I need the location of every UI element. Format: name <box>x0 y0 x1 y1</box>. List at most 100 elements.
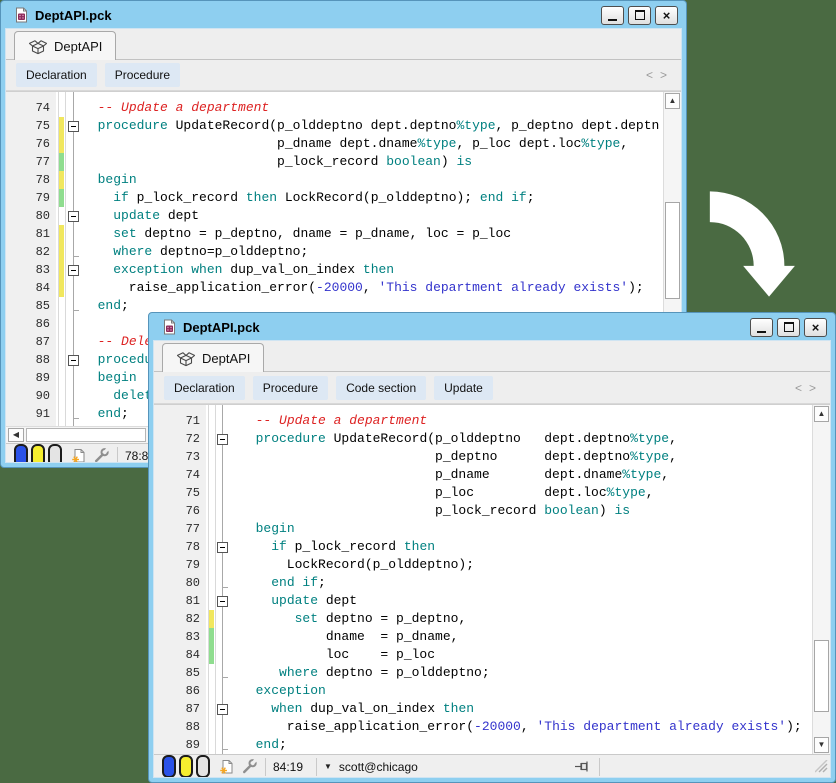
close-button[interactable]: × <box>655 6 678 25</box>
scroll-down-button[interactable]: ▼ <box>814 737 829 753</box>
resize-grip[interactable] <box>815 760 828 776</box>
fold-toggle-icon[interactable] <box>68 265 79 276</box>
connection-name[interactable]: scott@chicago <box>339 760 418 774</box>
code-line-75[interactable]: 75 p_loc dept.loc%type, <box>154 484 813 502</box>
minimize-button[interactable] <box>601 6 624 25</box>
line-number: 84 <box>6 279 50 297</box>
code-line-81[interactable]: 81 set deptno = p_deptno, dname = p_dnam… <box>6 225 664 243</box>
tab-label: DeptAPI <box>202 351 250 366</box>
fold-toggle-icon[interactable] <box>68 211 79 222</box>
maximize-button[interactable] <box>777 318 800 337</box>
wrench-icon <box>241 758 258 775</box>
front-client-area: DeptAPI Declaration Procedure Code secti… <box>153 340 831 778</box>
nav-next-icon[interactable]: > <box>660 68 667 82</box>
line-number: 74 <box>6 99 50 117</box>
fold-toggle-icon[interactable] <box>217 542 228 553</box>
scroll-up-button[interactable]: ▲ <box>665 93 680 109</box>
line-number: 78 <box>154 538 200 556</box>
code-line-81[interactable]: 81 update dept <box>154 592 813 610</box>
code-text: p_dname dept.dname%type, p_loc dept.loc%… <box>82 135 660 153</box>
code-line-89[interactable]: 89 end; <box>154 736 813 754</box>
code-line-87[interactable]: 87 when dup_val_on_index then <box>154 700 813 718</box>
code-line-80[interactable]: 80 update dept <box>6 207 664 225</box>
tab-deptapi[interactable]: DeptAPI <box>14 31 116 60</box>
front-editor[interactable]: 71 -- Update a department72 procedure Up… <box>154 404 830 754</box>
code-line-77[interactable]: 77 begin <box>154 520 813 538</box>
line-number: 80 <box>154 574 200 592</box>
line-number: 75 <box>6 117 50 135</box>
close-icon: × <box>812 321 820 334</box>
code-line-82[interactable]: 82 where deptno=p_olddeptno; <box>6 243 664 261</box>
code-line-85[interactable]: 85 where deptno = p_olddeptno; <box>154 664 813 682</box>
code-line-76[interactable]: 76 p_dname dept.dname%type, p_loc dept.l… <box>6 135 664 153</box>
cursor-position: 84:19 <box>273 760 309 774</box>
fold-toggle-icon[interactable] <box>68 355 79 366</box>
status-indicator-gray <box>48 444 62 463</box>
scrollbar-thumb[interactable] <box>814 640 829 712</box>
nav-prev-icon[interactable]: < <box>646 68 653 82</box>
connection-dropdown-icon[interactable]: ▼ <box>324 762 332 771</box>
scroll-left-button[interactable]: ◀ <box>8 428 24 442</box>
window-title: DeptAPI.pck <box>183 320 260 335</box>
fold-toggle-icon[interactable] <box>217 434 228 445</box>
crumb-nav-arrows: < > <box>795 381 820 395</box>
scrollbar-thumb[interactable] <box>26 428 146 442</box>
crumb-procedure[interactable]: Procedure <box>105 63 180 87</box>
back-titlebar[interactable]: DeptAPI.pck × <box>1 1 686 28</box>
pin-icon[interactable] <box>574 759 592 774</box>
code-text: update dept <box>240 592 809 610</box>
scroll-up-button[interactable]: ▲ <box>814 406 829 422</box>
code-line-83[interactable]: 83 exception when dup_val_on_index then <box>6 261 664 279</box>
line-number: 87 <box>6 333 50 351</box>
close-button[interactable]: × <box>804 318 827 337</box>
code-line-88[interactable]: 88 raise_application_error(-20000, 'This… <box>154 718 813 736</box>
code-text: loc = p_loc <box>240 646 809 664</box>
nav-prev-icon[interactable]: < <box>795 381 802 395</box>
crumb-declaration[interactable]: Declaration <box>164 376 245 400</box>
package-box-icon <box>28 38 48 55</box>
code-text: exception <box>240 682 809 700</box>
code-line-78[interactable]: 78 begin <box>6 171 664 189</box>
change-marker <box>59 153 64 171</box>
nav-next-icon[interactable]: > <box>809 381 816 395</box>
front-titlebar[interactable]: DeptAPI.pck × <box>149 313 835 340</box>
code-text: begin <box>82 171 660 189</box>
maximize-button[interactable] <box>628 6 651 25</box>
minimize-button[interactable] <box>750 318 773 337</box>
code-line-78[interactable]: 78 if p_lock_record then <box>154 538 813 556</box>
tab-deptapi[interactable]: DeptAPI <box>162 343 264 372</box>
crumb-procedure[interactable]: Procedure <box>253 376 328 400</box>
code-line-72[interactable]: 72 procedure UpdateRecord(p_olddeptno de… <box>154 430 813 448</box>
code-line-79[interactable]: 79 if p_lock_record then LockRecord(p_ol… <box>6 189 664 207</box>
code-line-84[interactable]: 84 loc = p_loc <box>154 646 813 664</box>
maximize-icon <box>635 10 645 20</box>
code-line-71[interactable]: 71 -- Update a department <box>154 412 813 430</box>
code-line-84[interactable]: 84 raise_application_error(-20000, 'This… <box>6 279 664 297</box>
crumb-update[interactable]: Update <box>434 376 493 400</box>
code-line-86[interactable]: 86 exception <box>154 682 813 700</box>
line-number: 71 <box>154 412 200 430</box>
code-line-75[interactable]: 75 procedure UpdateRecord(p_olddeptno de… <box>6 117 664 135</box>
fold-toggle-icon[interactable] <box>68 121 79 132</box>
line-number: 77 <box>154 520 200 538</box>
code-text: -- Update a department <box>82 99 660 117</box>
front-vertical-scrollbar[interactable]: ▲ ▼ <box>812 405 830 754</box>
change-marker <box>59 189 64 207</box>
crumb-declaration[interactable]: Declaration <box>16 63 97 87</box>
scrollbar-thumb[interactable] <box>665 202 680 299</box>
code-line-74[interactable]: 74 p_dname dept.dname%type, <box>154 466 813 484</box>
code-text: where deptno=p_olddeptno; <box>82 243 660 261</box>
code-line-82[interactable]: 82 set deptno = p_deptno, <box>154 610 813 628</box>
code-line-77[interactable]: 77 p_lock_record boolean) is <box>6 153 664 171</box>
fold-toggle-icon[interactable] <box>217 704 228 715</box>
code-line-79[interactable]: 79 LockRecord(p_olddeptno); <box>154 556 813 574</box>
line-number: 74 <box>154 466 200 484</box>
back-breadcrumb-bar: Declaration Procedure < > <box>6 60 681 91</box>
code-line-76[interactable]: 76 p_lock_record boolean) is <box>154 502 813 520</box>
fold-toggle-icon[interactable] <box>217 596 228 607</box>
code-line-73[interactable]: 73 p_deptno dept.deptno%type, <box>154 448 813 466</box>
crumb-code-section[interactable]: Code section <box>336 376 426 400</box>
code-line-74[interactable]: 74 -- Update a department <box>6 99 664 117</box>
code-line-80[interactable]: 80 end if; <box>154 574 813 592</box>
code-line-83[interactable]: 83 dname = p_dname, <box>154 628 813 646</box>
